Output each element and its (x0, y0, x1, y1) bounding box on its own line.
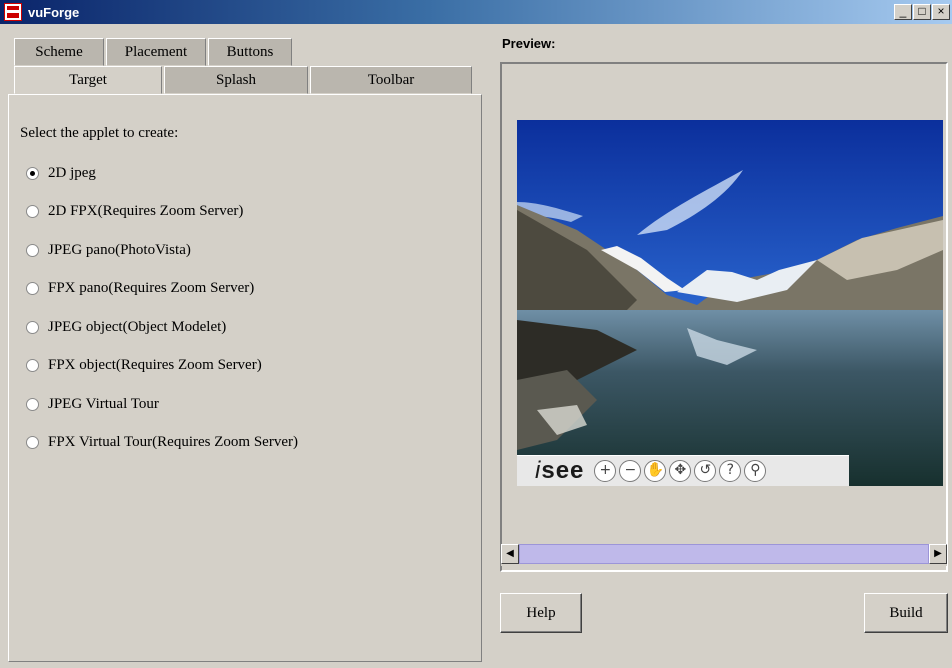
option-label: 2D FPX(Requires Zoom Server) (48, 203, 244, 220)
horizontal-scrollbar[interactable]: ◀ ▶ (501, 544, 947, 566)
option-label: JPEG Virtual Tour (48, 395, 159, 412)
option-label: FPX pano(Requires Zoom Server) (48, 280, 255, 297)
help-label: Help (526, 604, 556, 621)
applet-option[interactable]: FPX Virtual Tour(Requires Zoom Server) (26, 424, 298, 463)
close-button[interactable]: × (932, 4, 950, 20)
option-label: JPEG object(Object Modelet) (48, 318, 227, 335)
help-button[interactable]: Help (500, 593, 582, 633)
tab-toolbar[interactable]: Toolbar (310, 66, 472, 94)
applet-option[interactable]: JPEG pano(PhotoVista) (26, 231, 298, 270)
window-controls: _ □ × (894, 4, 950, 20)
settings-panel: Scheme Placement Buttons Target Splash T… (8, 32, 482, 662)
zoom-out-icon[interactable]: − (619, 460, 642, 482)
option-label: 2D jpeg (48, 164, 96, 181)
isee-logo: isee (535, 457, 585, 484)
scroll-right-button[interactable]: ▶ (929, 544, 947, 564)
window-title: vuForge (28, 4, 80, 20)
tab-scheme[interactable]: Scheme (14, 38, 104, 66)
applet-options: 2D jpeg 2D FPX(Requires Zoom Server) JPEG … (26, 154, 298, 462)
radio-button[interactable] (26, 359, 39, 373)
scroll-track[interactable] (519, 544, 929, 564)
title-bar: vuForge _ □ × (0, 0, 952, 24)
tab-placement[interactable]: Placement (106, 38, 206, 66)
radio-button[interactable] (26, 166, 39, 180)
radio-button[interactable] (26, 436, 39, 450)
tool-buttons: + − ✋ ✥ ↺? ⚲ (594, 460, 769, 482)
tab-target[interactable]: Target (14, 66, 162, 94)
applet-option[interactable]: JPEG Virtual Tour (26, 385, 298, 424)
radio-button[interactable] (26, 243, 39, 257)
info-icon[interactable]: ⚲ (744, 460, 767, 482)
scroll-left-button[interactable]: ◀ (501, 544, 519, 564)
option-label: FPX Virtual Tour(Requires Zoom Server) (48, 434, 298, 451)
radio-button[interactable] (26, 282, 39, 296)
tab-splash[interactable]: Splash (164, 66, 308, 94)
minimize-button[interactable]: _ (894, 4, 912, 20)
pan-hand-icon[interactable]: ✋ (644, 460, 667, 482)
reset-icon[interactable]: ↺ (694, 460, 717, 482)
maximize-button[interactable]: □ (913, 4, 931, 20)
applet-prompt: Select the applet to create: (20, 125, 179, 141)
preview-label: Preview: (502, 36, 556, 51)
radio-button[interactable] (26, 205, 39, 219)
option-label: JPEG pano(PhotoVista) (48, 241, 191, 258)
help-icon[interactable]: ? (719, 460, 742, 482)
radio-button[interactable] (26, 320, 39, 334)
move-icon[interactable]: ✥ (669, 460, 692, 482)
applet-option[interactable]: FPX pano(Requires Zoom Server) (26, 270, 298, 309)
build-label: Build (889, 604, 923, 621)
radio-button[interactable] (26, 397, 39, 411)
applet-option[interactable]: 2D FPX(Requires Zoom Server) (26, 193, 298, 232)
isee-toolbar: isee + − ✋ ✥ ↺? ⚲ (517, 455, 849, 486)
zoom-in-icon[interactable]: + (594, 460, 617, 482)
option-label: FPX object(Requires Zoom Server) (48, 357, 262, 374)
applet-option[interactable]: JPEG object(Object Modelet) (26, 308, 298, 347)
applet-option[interactable]: FPX object(Requires Zoom Server) (26, 347, 298, 386)
applet-option[interactable]: 2D jpeg (26, 154, 298, 193)
app-icon (4, 3, 22, 21)
mountain-lake-picture (517, 120, 943, 486)
tab-buttons[interactable]: Buttons (208, 38, 292, 66)
preview-image (517, 120, 943, 486)
build-button[interactable]: Build (864, 593, 948, 633)
